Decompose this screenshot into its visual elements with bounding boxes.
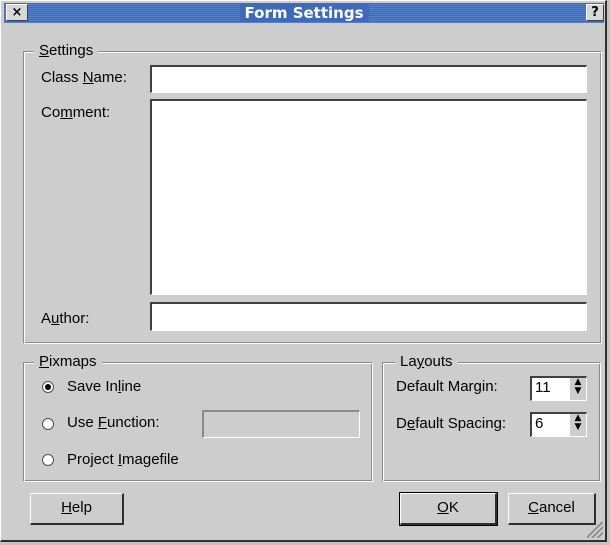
author-label: Author:: [41, 310, 90, 327]
class-name-label: Class Name:: [41, 69, 127, 86]
settings-group-title: Settings: [34, 42, 99, 60]
comment-label: Comment:: [41, 104, 111, 121]
resize-grip-icon[interactable]: [587, 522, 603, 538]
default-margin-label: Default Margin:: [396, 378, 498, 395]
default-spacing-spinbox[interactable]: 6 ▲ ▼: [530, 412, 587, 437]
radio-button[interactable]: [42, 381, 54, 393]
spinbox-value: 6: [535, 415, 544, 432]
help-button[interactable]: Help: [30, 493, 124, 525]
form-settings-dialog: × Form Settings ? Settings Class Name: C…: [0, 0, 607, 542]
author-field[interactable]: [150, 302, 587, 331]
default-spacing-label: Default Spacing:: [396, 415, 507, 432]
radio-dot: [45, 384, 51, 390]
ok-button[interactable]: OK: [399, 492, 498, 526]
radio-button[interactable]: [42, 454, 54, 466]
cancel-button[interactable]: Cancel: [508, 493, 596, 525]
comment-textarea[interactable]: [150, 99, 587, 295]
help-icon[interactable]: ?: [586, 4, 604, 21]
spin-arrows-icon[interactable]: ▲ ▼: [570, 378, 586, 400]
title-bar[interactable]: × Form Settings ?: [4, 3, 604, 23]
window-title: Form Settings: [4, 3, 604, 23]
default-margin-spinbox[interactable]: 11 ▲ ▼: [530, 376, 587, 401]
radio-label: Use Function:: [67, 414, 160, 431]
spinbox-value: 11: [535, 379, 551, 396]
layouts-group-title: Layouts: [395, 353, 458, 371]
class-name-field[interactable]: [150, 65, 587, 93]
radio-label: Save Inline: [67, 378, 142, 395]
radio-button[interactable]: [42, 418, 54, 430]
function-field[interactable]: [202, 410, 360, 438]
pixmaps-group-title: Pixmaps: [34, 353, 102, 371]
radio-label: Project Imagefile: [67, 451, 179, 468]
spin-arrows-icon[interactable]: ▲ ▼: [570, 414, 586, 436]
